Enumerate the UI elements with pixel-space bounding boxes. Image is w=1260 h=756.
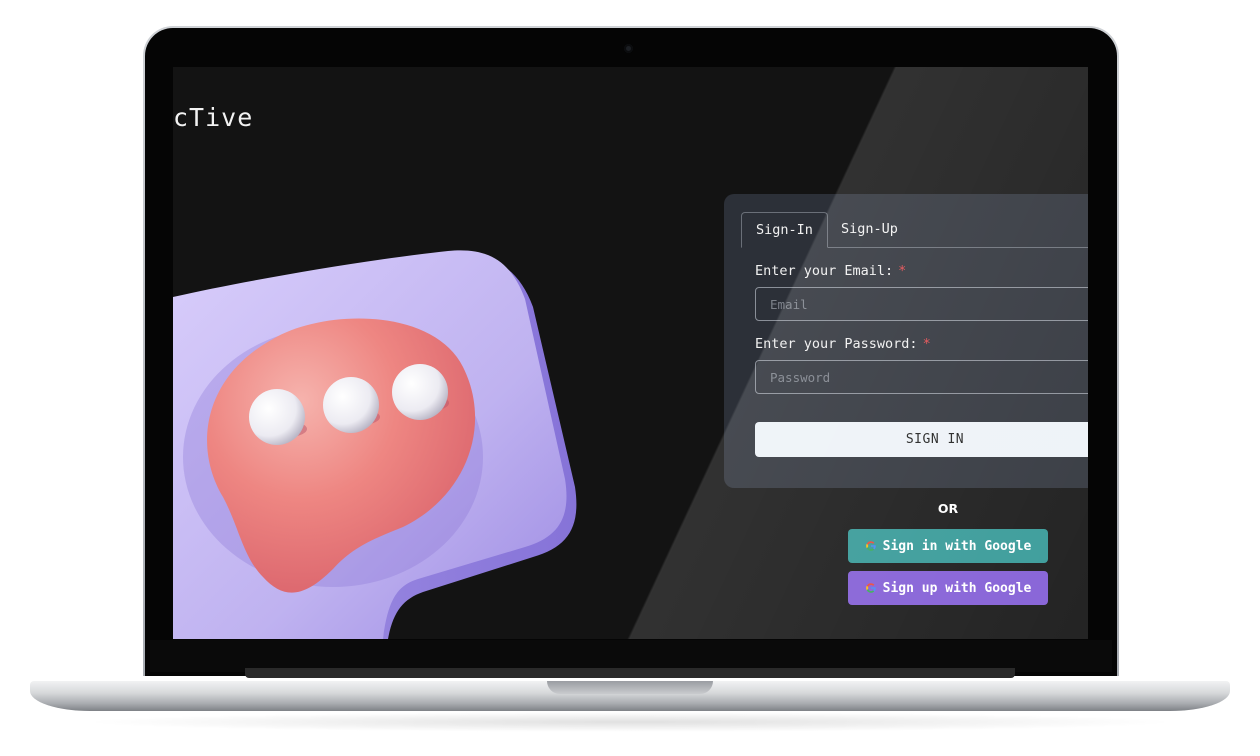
google-g-icon [865,583,876,593]
webcam-icon [624,44,633,53]
auth-panel: Sign-In Sign-Up Enter your Email:* Enter… [724,194,1088,488]
base-shadow [80,712,1180,732]
hinge [245,668,1015,678]
email-label-text: Enter your Email: [755,263,894,279]
email-required-mark: * [898,263,907,279]
tab-sign-in[interactable]: Sign-In [741,212,828,248]
laptop-mockup: cTive Sign-In Sign-Up Enter your Email: … [0,0,1260,756]
password-label-text: Enter your Password: [755,336,918,352]
app-screen: cTive Sign-In Sign-Up Enter your Email: … [173,67,1088,639]
tab-sign-up[interactable]: Sign-Up [827,212,912,247]
google-sign-in-button[interactable]: Sign in with Google [848,529,1048,563]
lid-opening-notch [547,681,713,694]
password-label: Enter your Password: * [755,336,931,352]
chat-bubble-illustration [173,250,577,639]
password-field[interactable] [755,360,1088,394]
or-divider: OR [937,501,959,516]
google-sign-in-label: Sign in with Google [882,538,1032,554]
google-g-icon [865,541,876,551]
google-sign-up-label: Sign up with Google [882,580,1032,596]
sign-in-button[interactable]: SIGN IN [755,422,1088,457]
password-required-mark: * [922,336,931,352]
brand-logo: cTive [173,103,254,132]
auth-tabs: Sign-In Sign-Up [741,212,1088,248]
email-field[interactable] [755,287,1088,321]
email-label: Enter your Email: * [755,263,906,279]
google-sign-up-button[interactable]: Sign up with Google [848,571,1048,605]
